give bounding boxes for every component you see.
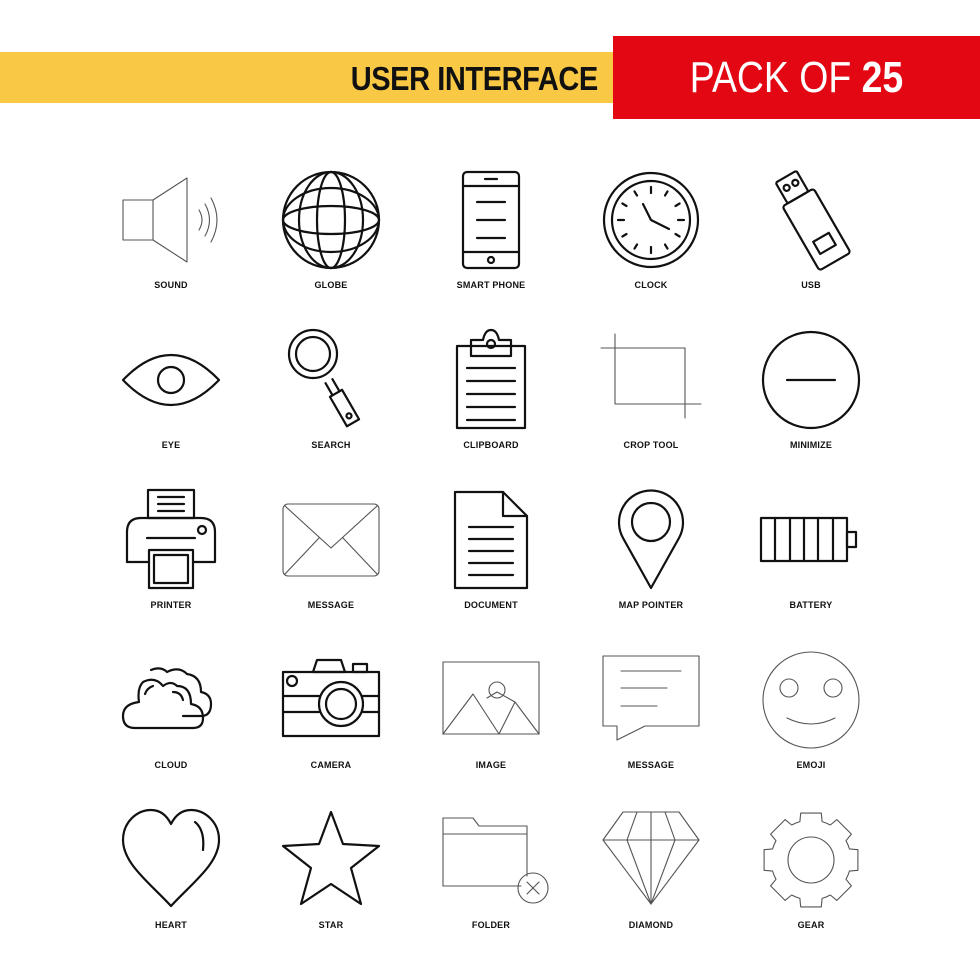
icon-label: MAP POINTER bbox=[618, 600, 684, 610]
icon-card-emoji: EMOJI bbox=[731, 640, 891, 800]
camera-icon bbox=[281, 658, 381, 738]
envelope-icon bbox=[282, 503, 380, 577]
globe-icon bbox=[281, 170, 381, 270]
eye-icon bbox=[121, 353, 221, 407]
icon-label: FOLDER bbox=[471, 920, 511, 930]
icon-label: MESSAGE bbox=[307, 600, 355, 610]
pack-count: 25 bbox=[861, 53, 904, 102]
icon-card-diamond: DIAMOND bbox=[571, 800, 731, 960]
icon-label: CAMERA bbox=[310, 760, 352, 770]
icon-card-smart-phone: SMART PHONE bbox=[411, 160, 571, 320]
icon-card-camera: CAMERA bbox=[251, 640, 411, 800]
banner-title: USER INTERFACE bbox=[350, 60, 599, 97]
printer-icon bbox=[125, 488, 217, 590]
icon-label: MESSAGE bbox=[627, 760, 675, 770]
icon-label: DOCUMENT bbox=[464, 600, 518, 610]
icon-label: SEARCH bbox=[311, 440, 351, 450]
icon-card-clipboard: CLIPBOARD bbox=[411, 320, 571, 480]
smart-phone-icon bbox=[461, 170, 521, 270]
icon-label: EYE bbox=[161, 440, 181, 450]
icon-label: SOUND bbox=[154, 280, 188, 290]
pack-badge: PACK OF 25 bbox=[613, 36, 980, 119]
gear-icon bbox=[763, 812, 859, 908]
icon-card-cloud: CLOUD bbox=[91, 640, 251, 800]
icon-card-search: SEARCH bbox=[251, 320, 411, 480]
usb-icon bbox=[775, 170, 851, 271]
icon-card-heart: HEART bbox=[91, 800, 251, 960]
icon-card-message-bubble: MESSAGE bbox=[571, 640, 731, 800]
icon-label: CLOCK bbox=[634, 280, 668, 290]
icon-card-usb: USB bbox=[731, 160, 891, 320]
icon-label: USB bbox=[801, 280, 821, 290]
icon-label: STAR bbox=[318, 920, 344, 930]
icon-card-sound: SOUND bbox=[91, 160, 251, 320]
icon-label: CLOUD bbox=[154, 760, 188, 770]
minimize-icon bbox=[761, 330, 861, 430]
clipboard-icon bbox=[455, 328, 527, 430]
sound-icon bbox=[122, 177, 218, 263]
icon-label: PRINTER bbox=[150, 600, 192, 610]
map-pointer-icon bbox=[617, 489, 685, 590]
pack-text: PACK OF 25 bbox=[641, 36, 953, 119]
image-icon bbox=[442, 661, 540, 735]
icon-label: MINIMIZE bbox=[789, 440, 833, 450]
clock-icon bbox=[602, 171, 700, 269]
diamond-icon bbox=[602, 811, 700, 905]
icon-label: BATTERY bbox=[789, 600, 833, 610]
emoji-icon bbox=[762, 651, 860, 749]
icon-label: GLOBE bbox=[314, 280, 348, 290]
crop-tool-icon bbox=[600, 333, 702, 419]
icon-label: EMOJI bbox=[796, 760, 826, 770]
icon-label: DIAMOND bbox=[628, 920, 674, 930]
icon-label: IMAGE bbox=[475, 760, 507, 770]
document-icon bbox=[453, 490, 529, 590]
pack-prefix: PACK OF bbox=[689, 53, 862, 102]
icon-label: HEART bbox=[155, 920, 187, 930]
icon-card-folder: FOLDER bbox=[411, 800, 571, 960]
icon-card-eye: EYE bbox=[91, 320, 251, 480]
icon-card-gear: GEAR bbox=[731, 800, 891, 960]
icon-card-clock: CLOCK bbox=[571, 160, 731, 320]
search-icon bbox=[287, 328, 361, 428]
cloud-icon bbox=[121, 667, 213, 730]
icon-card-battery: BATTERY bbox=[731, 480, 891, 640]
icon-card-minimize: MINIMIZE bbox=[731, 320, 891, 480]
chat-bubble-icon bbox=[602, 655, 700, 741]
heart-icon bbox=[121, 808, 221, 908]
icon-card-document: DOCUMENT bbox=[411, 480, 571, 640]
icon-label: GEAR bbox=[797, 920, 825, 930]
folder-icon bbox=[442, 817, 549, 904]
icon-card-message-envelope: MESSAGE bbox=[251, 480, 411, 640]
icon-label: SMART PHONE bbox=[456, 280, 526, 290]
icon-card-star: STAR bbox=[251, 800, 411, 960]
battery-icon bbox=[759, 516, 858, 563]
icon-card-image: IMAGE bbox=[411, 640, 571, 800]
icon-label: CROP TOOL bbox=[623, 440, 679, 450]
star-icon bbox=[281, 810, 381, 906]
icon-card-crop-tool: CROP TOOL bbox=[571, 320, 731, 480]
icon-card-globe: GLOBE bbox=[251, 160, 411, 320]
icon-card-map-pointer: MAP POINTER bbox=[571, 480, 731, 640]
icon-label: CLIPBOARD bbox=[463, 440, 519, 450]
icon-card-printer: PRINTER bbox=[91, 480, 251, 640]
